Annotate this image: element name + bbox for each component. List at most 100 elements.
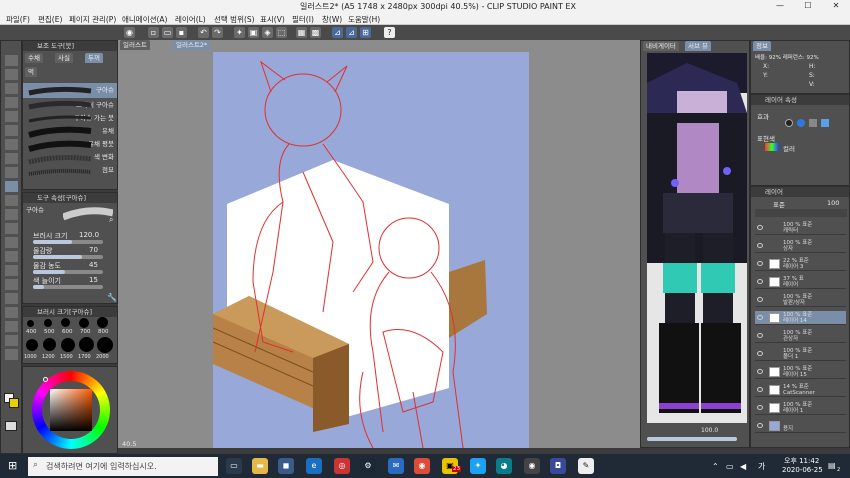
layer-row[interactable]: 100 % 표준 레이어 15	[755, 365, 846, 379]
size-1200[interactable]: 1200	[42, 354, 55, 360]
paint-density-value[interactable]: 45	[89, 261, 98, 269]
open-folder-icon[interactable]: ▭	[162, 27, 173, 38]
clock-date[interactable]: 2020-06-25	[782, 466, 823, 474]
menu-file[interactable]: 파일(F)	[6, 14, 30, 25]
eye-icon[interactable]	[757, 279, 763, 284]
subtool-tab-ink[interactable]: 먹	[25, 67, 37, 77]
store-icon[interactable]: ◼	[278, 458, 294, 474]
layer-row[interactable]: 100 % 표준 레이어 1	[755, 401, 846, 415]
edge-icon[interactable]: e	[306, 458, 322, 474]
brush-size-slider[interactable]	[33, 240, 103, 244]
transform-icon[interactable]: ⬚	[276, 27, 287, 38]
layer-row-selected[interactable]: 100 % 표준 레이어 14	[755, 311, 846, 325]
menu-help[interactable]: 도움말(H)	[348, 14, 380, 25]
paint-amount-slider[interactable]	[33, 255, 103, 259]
edge-new-icon[interactable]: ◕	[496, 458, 512, 474]
eraser-tool-icon[interactable]	[5, 223, 18, 234]
frame-tool-icon[interactable]	[5, 293, 18, 304]
tone-icon[interactable]	[809, 119, 817, 127]
tab-document-1[interactable]: 일러스트	[120, 40, 150, 50]
move-layer-tool-icon[interactable]	[5, 97, 18, 108]
transparent-color-swatch[interactable]	[5, 421, 17, 431]
tab-subview[interactable]: 서브 뷰	[685, 41, 712, 51]
layer-row[interactable]: 100 % 표준 발판/상자	[755, 293, 846, 307]
crop-icon[interactable]: ▣	[248, 27, 259, 38]
size-1700[interactable]: 1700	[78, 354, 91, 360]
pen-tool-icon[interactable]	[5, 153, 18, 164]
reference-image[interactable]	[647, 53, 747, 423]
layer-row[interactable]: 14 % 표준 CatScanner	[755, 383, 846, 397]
clip-studio-taskbar-icon[interactable]: ◉	[524, 458, 540, 474]
decoration-tool-icon[interactable]	[5, 209, 18, 220]
taskbar-search-input[interactable]: 검색하려면 여기에 입력하십시오.	[28, 457, 218, 476]
eye-icon[interactable]	[757, 261, 763, 266]
eye-icon[interactable]	[757, 315, 763, 320]
maximize-icon[interactable]: ☐	[794, 0, 822, 12]
zoom-tool-icon[interactable]	[5, 55, 18, 66]
eye-icon[interactable]	[757, 405, 763, 410]
menu-edit[interactable]: 편집(E)	[38, 14, 62, 25]
clip-paint-taskbar-icon[interactable]: ✎	[578, 458, 594, 474]
save-icon[interactable]: ▪	[176, 27, 187, 38]
layer-color-icon[interactable]	[821, 119, 829, 127]
pencil-tool-icon[interactable]	[5, 167, 18, 178]
airbrush-tool-icon[interactable]	[5, 195, 18, 206]
eye-icon[interactable]	[757, 369, 763, 374]
minimize-icon[interactable]: —	[766, 0, 794, 12]
ime-indicator[interactable]: 가	[758, 461, 765, 472]
layer-row[interactable]: 용지	[755, 419, 846, 433]
layer-opacity[interactable]: 100	[827, 199, 839, 207]
subtool-tab-realistic[interactable]: 사실	[55, 53, 73, 63]
chrome-icon[interactable]: ◉	[414, 458, 430, 474]
menu-selection[interactable]: 선택 범위(S)	[214, 14, 255, 25]
border-effect-icon[interactable]	[785, 119, 793, 127]
eye-icon[interactable]	[757, 351, 763, 356]
subview-opacity[interactable]: 100.0	[701, 427, 718, 434]
layer-row[interactable]: 100 % 표준 캐릭터	[755, 221, 846, 235]
size-400[interactable]: 400	[26, 329, 37, 335]
sub-color-swatch[interactable]	[9, 398, 19, 408]
menu-view[interactable]: 표시(V)	[260, 14, 285, 25]
ruler-tool-icon[interactable]	[5, 307, 18, 318]
paint-amount-value[interactable]: 70	[89, 246, 98, 254]
balloon-tool-icon[interactable]	[5, 335, 18, 346]
extract-line-icon[interactable]	[797, 119, 805, 127]
deselect-icon[interactable]: ▦	[296, 27, 307, 38]
mail-icon[interactable]: ✉	[388, 458, 404, 474]
blend-tool-icon[interactable]	[5, 237, 18, 248]
search-icon[interactable]: ⌕	[109, 215, 113, 225]
menu-layer[interactable]: 레이어(L)	[175, 14, 206, 25]
clip-studio-icon[interactable]: ◉	[124, 27, 135, 38]
layer-row[interactable]: 37 % 표 레이어	[755, 275, 846, 289]
eye-icon[interactable]	[757, 297, 763, 302]
subtool-tab-thick-paint[interactable]: 두꺼	[85, 53, 103, 63]
size-1000[interactable]: 1000	[24, 354, 37, 360]
task-view-icon[interactable]: ▭	[226, 458, 242, 474]
eye-icon[interactable]	[757, 333, 763, 338]
menu-animation[interactable]: 애니메이션(A)	[122, 14, 167, 25]
steam-icon[interactable]: ⚙	[360, 458, 376, 474]
layer-row[interactable]: 22 % 표준 레이어 3	[755, 257, 846, 271]
menu-window[interactable]: 창(W)	[322, 14, 342, 25]
action-center-icon[interactable]: ▤	[828, 461, 836, 470]
tab-document-2[interactable]: 일러스트2*	[173, 40, 211, 50]
tab-navigator[interactable]: 내비게이터	[643, 41, 679, 51]
move-tool-icon[interactable]	[5, 69, 18, 80]
gradient-tool-icon[interactable]	[5, 265, 18, 276]
eye-icon[interactable]	[757, 243, 763, 248]
layer-row[interactable]: 100 % 표준 상자	[755, 239, 846, 253]
eye-icon[interactable]	[757, 387, 763, 392]
figure-tool-icon[interactable]	[5, 279, 18, 290]
size-500[interactable]: 500	[44, 329, 55, 335]
size-1500[interactable]: 1500	[60, 354, 73, 360]
eye-icon[interactable]	[757, 423, 763, 428]
undo-icon[interactable]: ↶	[198, 27, 209, 38]
clear-icon[interactable]: ✦	[234, 27, 245, 38]
blend-mode-select[interactable]: 표준	[773, 199, 785, 209]
fill-icon[interactable]: ◈	[262, 27, 273, 38]
display-color-value[interactable]: 컬러	[783, 143, 795, 153]
snap-ruler-icon[interactable]: ⊿	[332, 27, 343, 38]
canvas-area[interactable]: 일러스트 일러스트2* 40.5	[118, 40, 640, 449]
eye-icon[interactable]	[757, 225, 763, 230]
brush-size-value[interactable]: 120.0	[79, 231, 99, 239]
